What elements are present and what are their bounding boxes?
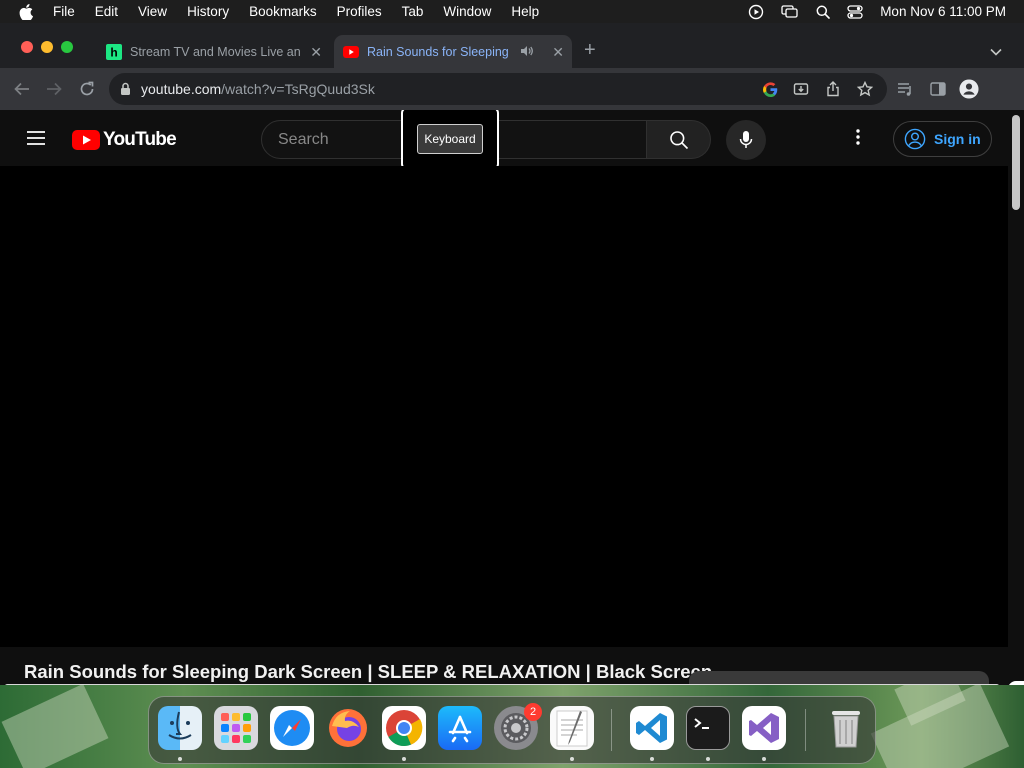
window-controls [21, 41, 81, 53]
audio-playing-icon[interactable] [520, 45, 534, 60]
youtube-icon [343, 44, 359, 60]
tab-hulu[interactable]: h Stream TV and Movies Live and Online |… [100, 35, 330, 68]
trash-icon[interactable] [824, 706, 868, 750]
tab-title: Stream TV and Movies Live and Online | H… [130, 44, 300, 59]
terminal-icon[interactable] [686, 706, 730, 750]
tab-search-chevron-down-icon[interactable] [990, 43, 1002, 61]
system-settings-badge: 2 [524, 703, 542, 721]
hulu-icon: h [106, 43, 122, 60]
youtube-header: YouTube Keyboard Sign in [0, 110, 1008, 170]
youtube-logo[interactable]: YouTube [72, 129, 177, 151]
app-store-icon[interactable] [438, 706, 482, 750]
vertical-scrollbar-thumb[interactable] [1012, 115, 1020, 210]
menu-tab[interactable]: Tab [402, 4, 424, 19]
youtube-page: YouTube Keyboard Sign in Rain Sounds for… [0, 110, 1024, 685]
menu-view[interactable]: View [138, 4, 167, 19]
side-panel-icon[interactable] [928, 79, 948, 99]
search-button[interactable] [647, 120, 711, 159]
menu-profiles[interactable]: Profiles [337, 4, 382, 19]
dock: 2 [148, 696, 876, 764]
firefox-icon[interactable] [326, 706, 370, 750]
youtube-logo-icon [72, 130, 100, 150]
share-icon[interactable] [825, 81, 841, 97]
more-options-icon[interactable] [856, 129, 860, 150]
microphone-icon [739, 131, 753, 148]
video-title: Rain Sounds for Sleeping Dark Screen | S… [24, 661, 713, 682]
video-player[interactable] [0, 166, 1008, 647]
media-controls-icon[interactable] [896, 79, 916, 99]
zoom-window-button[interactable] [61, 41, 73, 53]
menu-bar-clock[interactable]: Mon Nov 6 11:00 PM [880, 4, 1006, 19]
tab-youtube[interactable]: Rain Sounds for Sleeping Dark Screen ✕ [334, 35, 572, 68]
search-input[interactable] [278, 130, 398, 149]
visual-studio-icon[interactable] [742, 706, 786, 750]
reload-icon[interactable] [77, 79, 97, 99]
vscode-icon[interactable] [630, 706, 674, 750]
safari-icon[interactable] [270, 706, 314, 750]
menu-bar: Chrome File Edit View History Bookmarks … [0, 0, 1024, 39]
search-icon [669, 130, 688, 149]
forward-arrow-icon[interactable] [44, 79, 64, 99]
tab-title: Rain Sounds for Sleeping Dark Screen [367, 44, 511, 59]
browser-toolbar: youtube.com/watch?v=TsRgQuud3Sk [0, 68, 1024, 110]
url-text[interactable]: youtube.com/watch?v=TsRgQuud3Sk [141, 81, 375, 97]
spotlight-search-icon[interactable] [816, 5, 830, 19]
profile-avatar-icon[interactable] [959, 79, 979, 99]
close-tab-icon[interactable]: ✕ [552, 44, 564, 61]
menu-file[interactable]: File [53, 4, 75, 19]
google-lens-icon[interactable] [762, 81, 778, 97]
control-center-icon[interactable] [847, 4, 863, 19]
address-bar[interactable]: youtube.com/watch?v=TsRgQuud3Sk [109, 73, 887, 105]
guide-menu-icon[interactable] [26, 130, 46, 151]
now-playing-icon[interactable] [748, 4, 764, 20]
install-app-icon[interactable] [793, 81, 809, 97]
voice-search-button[interactable] [726, 120, 766, 160]
keyboard-button[interactable]: Keyboard [417, 123, 483, 154]
close-tab-icon[interactable]: ✕ [310, 44, 322, 61]
keyboard-tooltip: Keyboard [401, 110, 499, 170]
account-circle-icon [904, 128, 926, 150]
new-tab-plus-icon[interactable]: + [584, 40, 596, 60]
vertical-scrollbar[interactable] [1008, 110, 1024, 685]
sign-in-button[interactable]: Sign in [893, 121, 992, 157]
lock-icon[interactable] [120, 82, 131, 96]
minimize-window-button[interactable] [41, 41, 53, 53]
svg-text:h: h [110, 45, 117, 59]
menu-history[interactable]: History [187, 4, 229, 19]
screen-mirroring-icon[interactable] [781, 4, 799, 19]
launchpad-icon[interactable] [214, 706, 258, 750]
menu-bookmarks[interactable]: Bookmarks [249, 4, 317, 19]
chrome-icon[interactable] [382, 706, 426, 750]
menu-edit[interactable]: Edit [95, 4, 118, 19]
back-arrow-icon[interactable] [12, 79, 32, 99]
menu-help[interactable]: Help [511, 4, 539, 19]
tab-strip: h Stream TV and Movies Live and Online |… [0, 23, 1024, 68]
finder-icon[interactable] [158, 706, 202, 750]
close-window-button[interactable] [21, 41, 33, 53]
textedit-icon[interactable] [550, 706, 594, 750]
sign-in-label: Sign in [934, 131, 981, 147]
menu-window[interactable]: Window [443, 4, 491, 19]
bookmark-star-icon[interactable] [857, 81, 873, 97]
youtube-logo-text: YouTube [103, 129, 177, 150]
